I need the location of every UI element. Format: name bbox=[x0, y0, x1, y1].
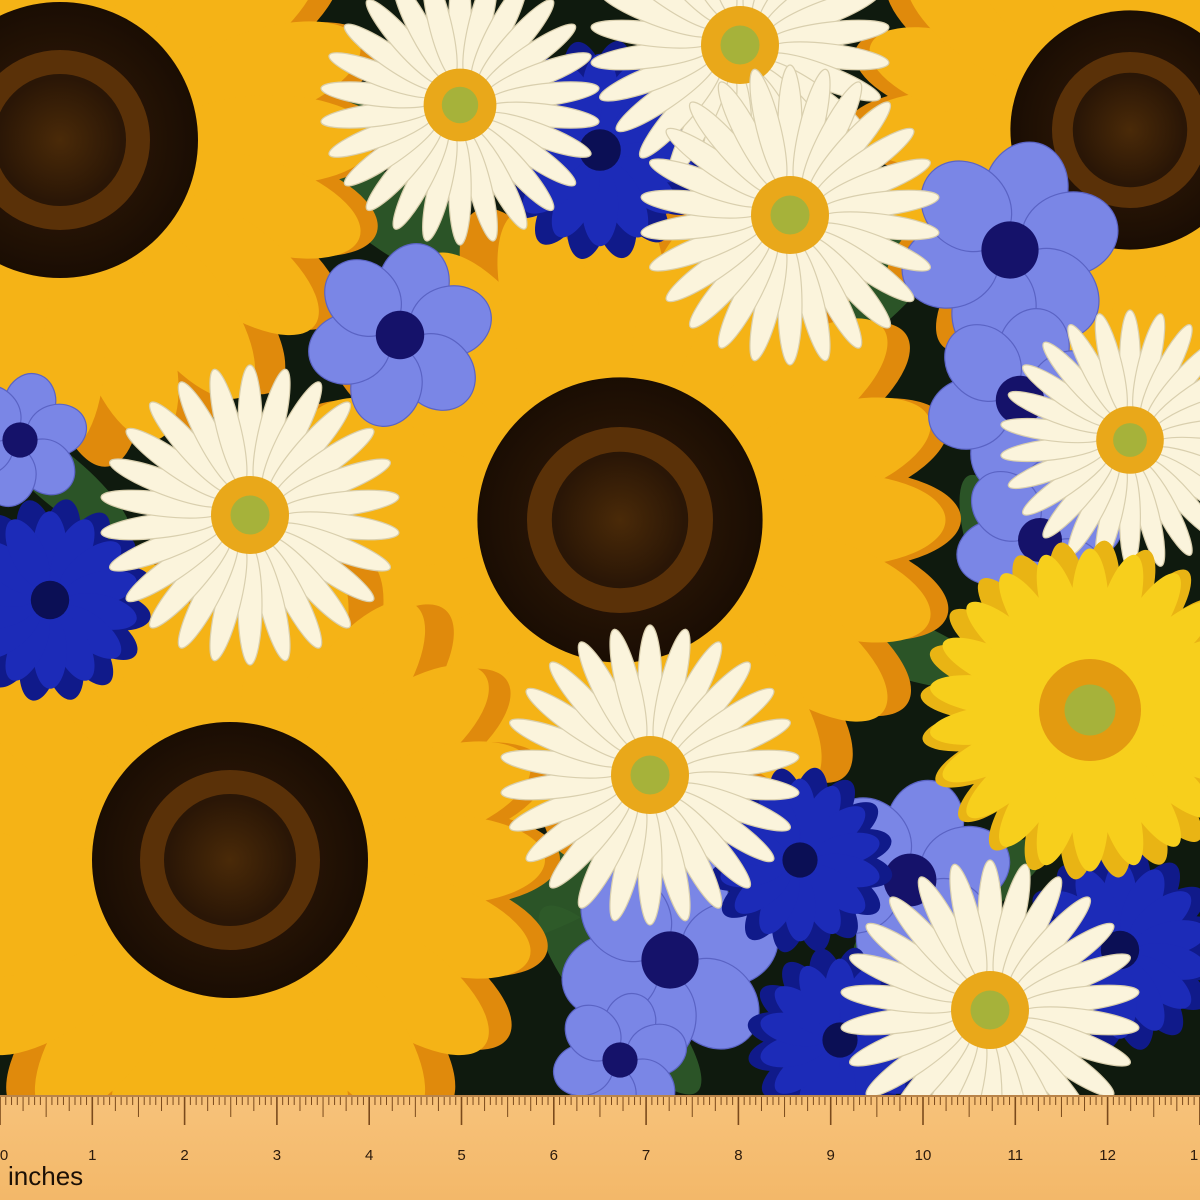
ruler-number: 6 bbox=[549, 1147, 558, 1164]
ruler-number: 5 bbox=[457, 1147, 466, 1164]
ruler-number: 1 bbox=[1189, 1147, 1199, 1164]
flowers-layer bbox=[0, 0, 1200, 1095]
ruler-number: 10 bbox=[914, 1147, 932, 1164]
ruler-number: 4 bbox=[365, 1147, 374, 1164]
ruler-number: 2 bbox=[180, 1147, 189, 1164]
ruler-number: 9 bbox=[826, 1147, 835, 1164]
ruler-number: 8 bbox=[734, 1147, 743, 1164]
ruler-unit-label: inches bbox=[8, 1161, 84, 1191]
floral-fabric-pattern bbox=[0, 0, 1200, 1095]
measuring-ruler: 0 1 2 3 4 5 6 7 8 9 10 11 12 1 inches bbox=[0, 1095, 1200, 1200]
ruler-number: 1 bbox=[88, 1147, 97, 1164]
ruler-number: 3 bbox=[272, 1147, 282, 1164]
ruler-number: 12 bbox=[1099, 1147, 1116, 1164]
ruler-number: 7 bbox=[641, 1147, 651, 1164]
ruler-number: 11 bbox=[1007, 1147, 1024, 1164]
product-image: 0 1 2 3 4 5 6 7 8 9 10 11 12 1 inches bbox=[0, 0, 1200, 1200]
ruler-number: 0 bbox=[0, 1147, 9, 1164]
